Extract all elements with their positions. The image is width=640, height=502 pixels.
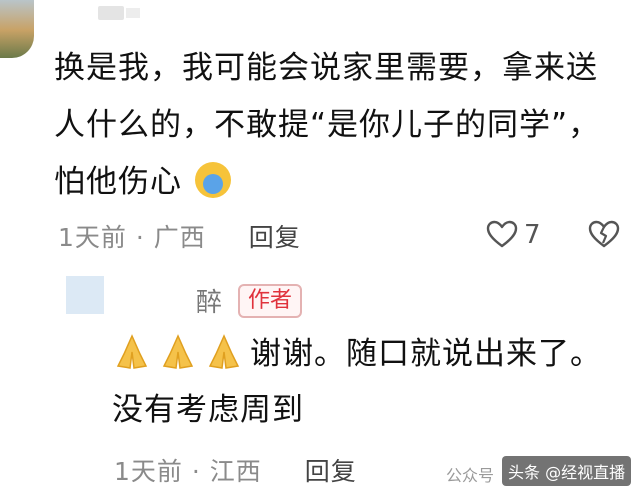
like-heart-icon[interactable] — [486, 220, 518, 248]
author-badge: 作者 — [238, 284, 303, 318]
comment-reply-button[interactable]: 回复 — [249, 223, 301, 252]
watermark-platform: 头条 — [508, 463, 541, 482]
reply-body: 谢谢。随口就说出来了。 没有考虑周到 — [112, 326, 622, 438]
pray-emoji-icon — [208, 334, 240, 369]
like-count: 7 — [524, 220, 541, 250]
comment-location: 广西 — [153, 223, 206, 252]
comment-body: 换是我，我可能会说家里需要，拿来送人什么的，不敢提“是你儿子的同学”，怕他伤心 — [54, 40, 620, 211]
reply-location: 江西 — [209, 457, 262, 486]
comment-time: 1天前 — [58, 223, 127, 252]
pray-emoji-icon — [116, 334, 148, 369]
pray-emoji-icon — [162, 334, 194, 369]
broken-heart-icon[interactable] — [588, 220, 620, 248]
commenter-avatar[interactable] — [0, 0, 34, 58]
reply-time: 1天前 — [114, 457, 183, 486]
watermark-account: @经视直播 — [545, 463, 626, 482]
author-avatar[interactable] — [66, 276, 104, 314]
commenter-name-redacted — [98, 6, 124, 20]
reply-meta: 1天前 · 江西 回复 — [114, 452, 357, 488]
reply-text-line-2: 没有考虑周到 — [112, 392, 304, 428]
author-name[interactable]: 醉 — [196, 282, 222, 319]
reply-text-line-1: 谢谢。随口就说出来了。 — [250, 336, 602, 372]
commenter-name-redacted — [126, 8, 140, 18]
watermark-public-label: 公众号 — [446, 466, 495, 485]
crying-face-emoji-icon — [194, 162, 231, 198]
comment-text: 换是我，我可能会说家里需要，拿来送人什么的，不敢提“是你儿子的同学”，怕他伤心 — [54, 50, 601, 200]
reply-line-1: 谢谢。随口就说出来了。 — [112, 326, 622, 382]
meta-separator: · — [135, 223, 145, 252]
reply-reply-button[interactable]: 回复 — [305, 457, 357, 486]
comment-meta: 1天前 · 广西 回复 — [58, 218, 301, 254]
watermark-badge: 头条 @经视直播 — [502, 456, 632, 486]
meta-separator: · — [191, 457, 201, 486]
